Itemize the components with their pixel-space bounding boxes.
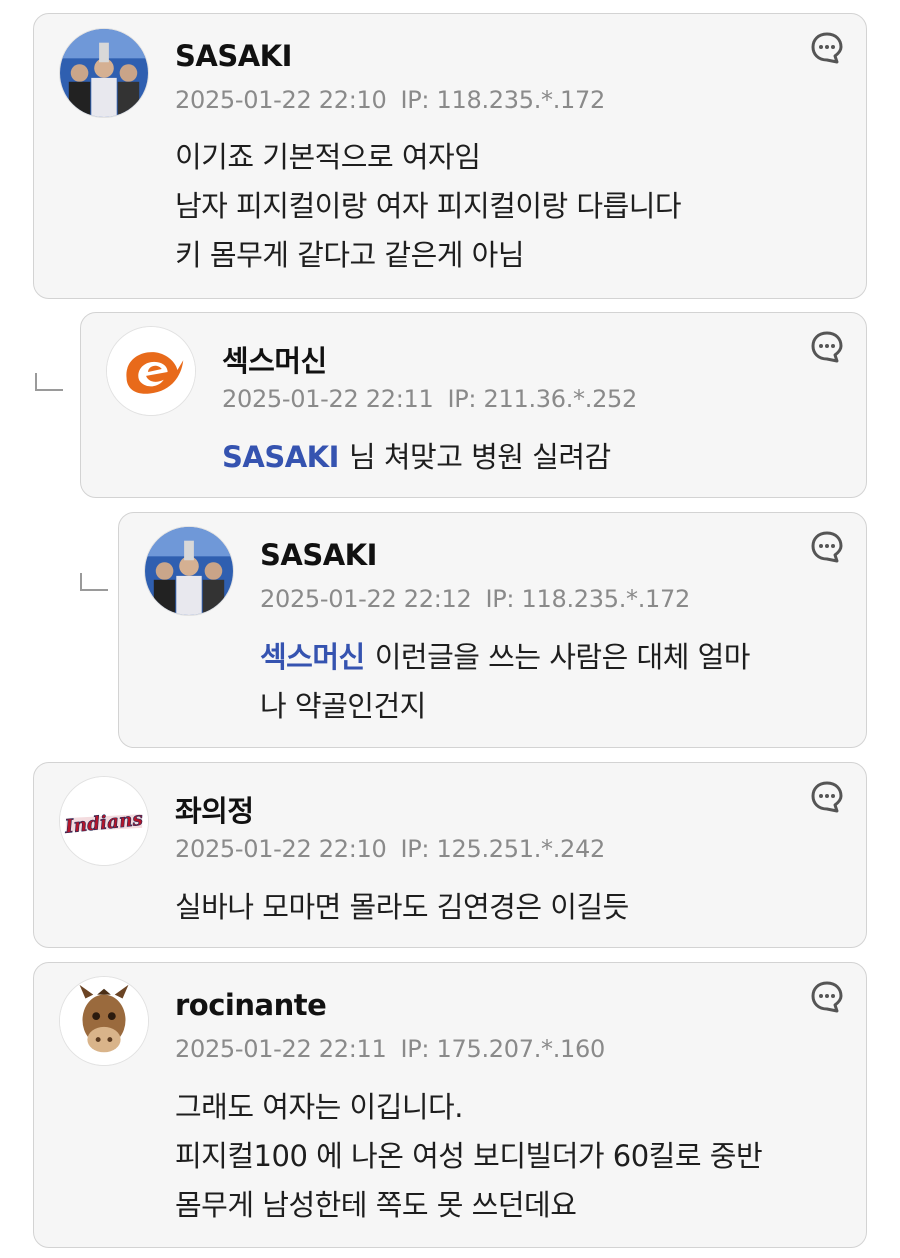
speech-bubble-reply-icon[interactable] (810, 31, 844, 65)
comment-line: SASAKI 님 쳐맞고 병원 실려감 (222, 433, 611, 482)
comment-line: 남자 피지컬이랑 여자 피지컬이랑 다릅니다 (175, 189, 682, 223)
comment-datetime: 2025-01-22 22:12 (260, 585, 472, 613)
comment-line: 몸무게 남성한테 쪽도 못 쓰던데요 (175, 1188, 577, 1222)
speech-bubble-reply-icon[interactable] (810, 980, 844, 1014)
comment-card: SASAKI 2025-01-22 22:10 IP: 118.235.*.172… (33, 13, 867, 299)
speech-bubble-reply-icon[interactable] (810, 780, 844, 814)
comment-card: rocinante 2025-01-22 22:11 IP: 175.207.*.… (33, 962, 867, 1248)
comment-meta: 2025-01-22 22:11 IP: 211.36.*.252 (222, 385, 637, 413)
baseball-team-photo-avatar[interactable] (144, 526, 234, 616)
comment-meta: 2025-01-22 22:10 IP: 118.235.*.172 (175, 86, 605, 114)
comment-body: 이기죠 기본적으로 여자임 남자 피지컬이랑 여자 피지컬이랑 다릅니다 키 몸… (175, 133, 682, 280)
comment-author[interactable]: 좌의정 (175, 788, 254, 830)
comment-ip: IP: 118.235.*.172 (400, 86, 605, 114)
comment-ip: IP: 211.36.*.252 (447, 385, 637, 413)
baseball-team-photo-avatar[interactable] (59, 28, 149, 118)
comment-line: 그래도 여자는 이깁니다. (175, 1090, 463, 1124)
comment-body: 섹스머신 이런글을 쓰는 사람은 대체 얼마 나 약골인건지 (260, 633, 750, 731)
comment-datetime: 2025-01-22 22:11 (222, 385, 434, 413)
comment-author[interactable]: 섹스머신 (222, 338, 327, 380)
indians-logo-avatar[interactable]: Indians (59, 776, 149, 866)
comment-text: 님 쳐맞고 병원 실려감 (348, 440, 611, 474)
comment-author[interactable]: rocinante (175, 988, 327, 1022)
comment-line: 나 약골인건지 (260, 689, 426, 723)
comment-author[interactable]: SASAKI (260, 538, 377, 572)
comment-body: 실바나 모마면 몰라도 김연경은 이길듯 (175, 883, 629, 932)
mention-link[interactable]: 섹스머신 (260, 640, 365, 674)
comment-ip: IP: 175.207.*.160 (400, 1035, 605, 1063)
comment-meta: 2025-01-22 22:12 IP: 118.235.*.172 (260, 585, 690, 613)
comment-datetime: 2025-01-22 22:10 (175, 835, 387, 863)
reply-card: 섹스머신 2025-01-22 22:11 IP: 211.36.*.252 SA… (80, 312, 867, 498)
comment-ip: IP: 125.251.*.242 (400, 835, 605, 863)
reply-indent-corner-icon (35, 373, 63, 391)
comment-datetime: 2025-01-22 22:10 (175, 86, 387, 114)
comment-line: 피지컬100 에 나온 여성 보디빌더가 60킬로 중반 (175, 1139, 763, 1173)
comment-line: 이기죠 기본적으로 여자임 (175, 140, 481, 174)
comment-line: 섹스머신 이런글을 쓰는 사람은 대체 얼마 (260, 633, 750, 682)
comment-text: 이런글을 쓰는 사람은 대체 얼마 (374, 640, 751, 674)
comment-card: Indians 좌의정 2025-01-22 22:10 IP: 125.251.… (33, 762, 867, 948)
reply-card: SASAKI 2025-01-22 22:12 IP: 118.235.*.172… (118, 512, 867, 748)
comment-body: 그래도 여자는 이깁니다. 피지컬100 에 나온 여성 보디빌더가 60킬로 … (175, 1083, 763, 1230)
speech-bubble-reply-icon[interactable] (810, 530, 844, 564)
orange-swirl-logo-avatar[interactable] (106, 326, 196, 416)
reply-indent-corner-icon (80, 573, 108, 591)
comment-author[interactable]: SASAKI (175, 39, 292, 73)
comment-meta: 2025-01-22 22:11 IP: 175.207.*.160 (175, 1035, 605, 1063)
mention-link[interactable]: SASAKI (222, 440, 339, 474)
comment-body: SASAKI 님 쳐맞고 병원 실려감 (222, 433, 611, 482)
horse-face-avatar[interactable] (59, 976, 149, 1066)
comment-line: 실바나 모마면 몰라도 김연경은 이길듯 (175, 890, 629, 924)
speech-bubble-reply-icon[interactable] (810, 330, 844, 364)
comment-ip: IP: 118.235.*.172 (485, 585, 690, 613)
comment-meta: 2025-01-22 22:10 IP: 125.251.*.242 (175, 835, 605, 863)
comment-datetime: 2025-01-22 22:11 (175, 1035, 387, 1063)
comment-line: 키 몸무게 같다고 같은게 아님 (175, 238, 525, 272)
